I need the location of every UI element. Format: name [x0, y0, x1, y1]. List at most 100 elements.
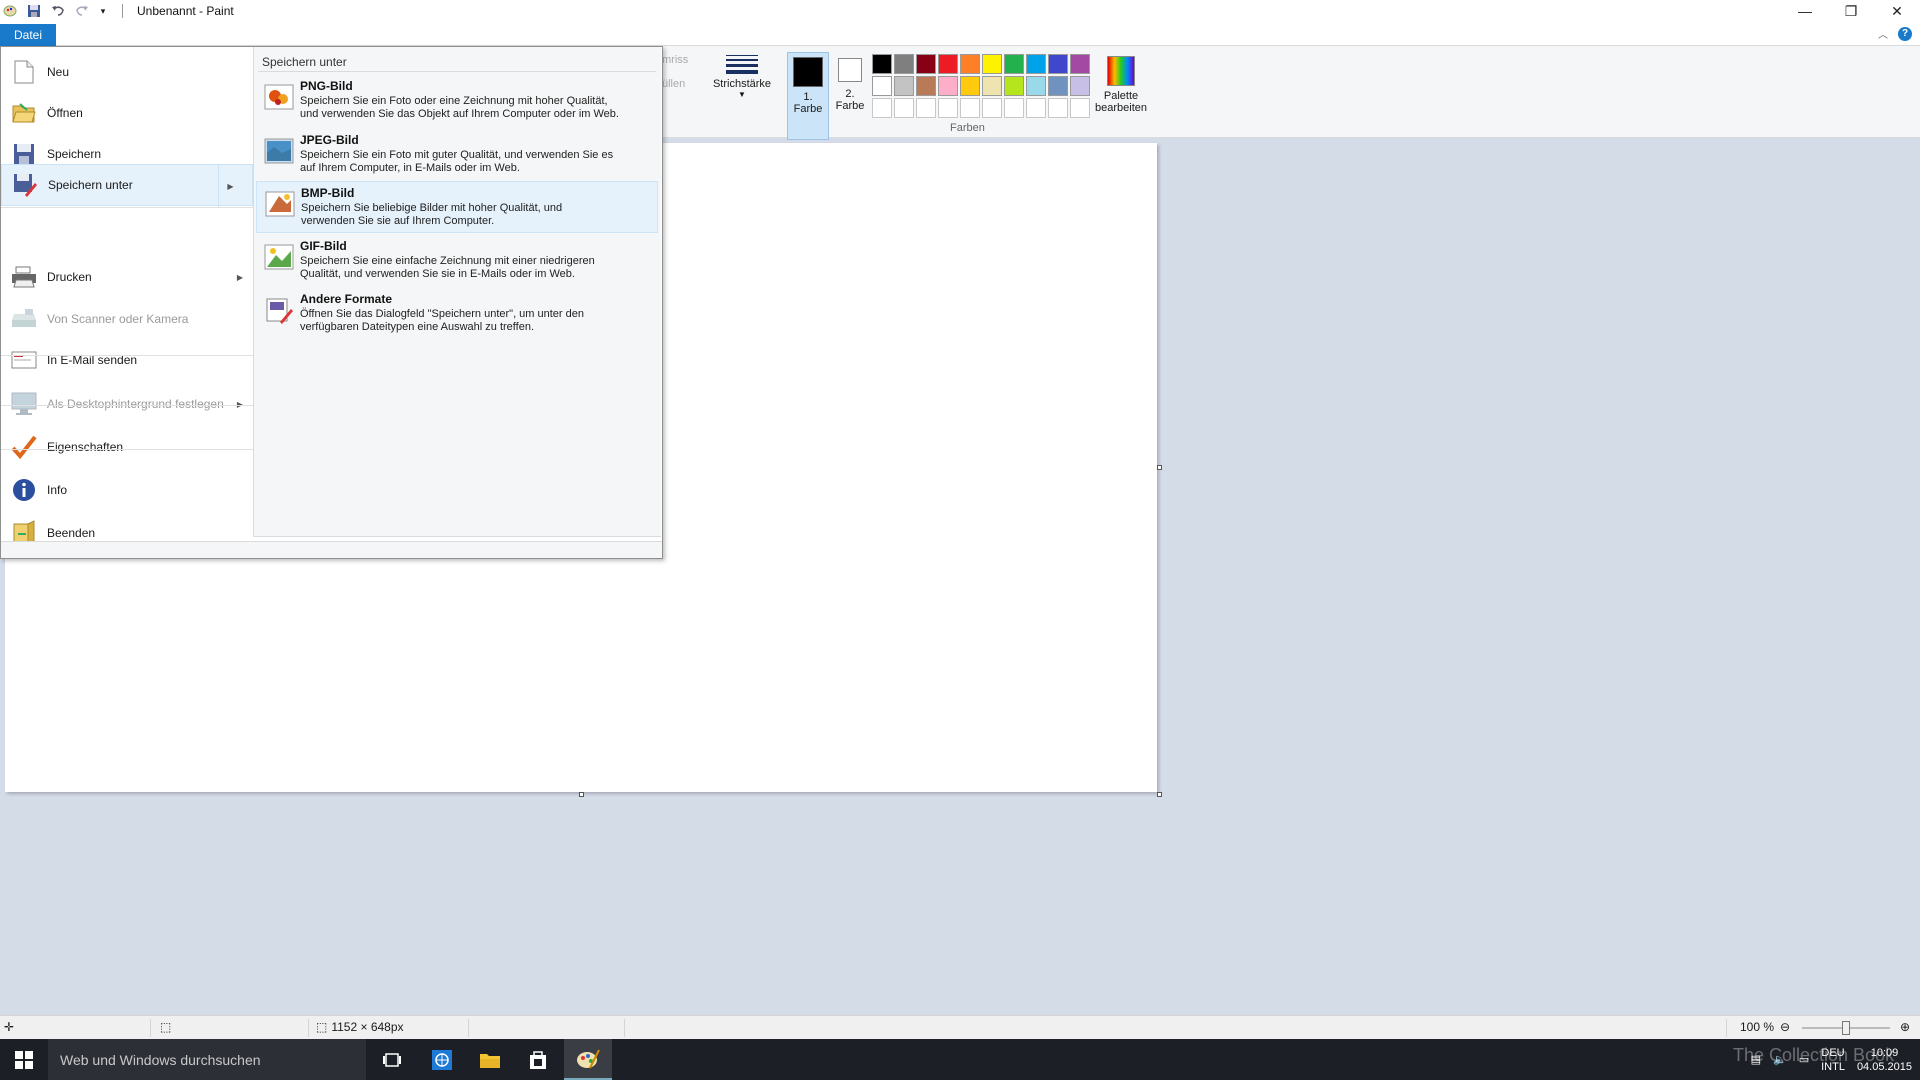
quick-access-toolbar: ▾ Unbenannt - Paint [0, 3, 234, 19]
restore-icon[interactable]: ❐ [1828, 0, 1874, 22]
save-as-other-formats[interactable]: Andere Formate Öffnen Sie das Dialogfeld… [256, 288, 658, 340]
menu-item-info[interactable]: Info [1, 469, 253, 511]
taskbar-app-paint[interactable] [564, 1039, 612, 1080]
save-as-jpeg-desc-2: auf Ihrem Computer, in E-Mails oder im W… [300, 162, 520, 174]
task-view-button[interactable] [368, 1039, 416, 1080]
menu-separator [1, 405, 253, 406]
palette-swatch[interactable] [938, 98, 958, 118]
stroke-width-button[interactable]: Strichstärke ▼ [710, 52, 774, 99]
palette-swatch[interactable] [960, 54, 980, 74]
input-language[interactable]: DEU INTL [1821, 1046, 1845, 1074]
taskbar-app-explorer[interactable] [466, 1039, 514, 1080]
save-as-bmp[interactable]: BMP-Bild Speichern Sie beliebige Bilder … [256, 181, 658, 233]
system-tray: ▤ 🔈 ▭ DEU INTL 10:09 04.05.2015 [1751, 1039, 1912, 1080]
title-bar: ▾ Unbenannt - Paint — ❐ ✕ [0, 0, 1920, 22]
submenu-title: Speichern unter [262, 55, 347, 69]
cursor-position: ✛ [4, 1020, 14, 1034]
undo-icon[interactable] [50, 3, 66, 19]
save-as-jpeg-desc-1: Speichern Sie ein Foto mit guter Qualitä… [300, 149, 614, 161]
customize-toolbar-icon[interactable]: ▾ [98, 3, 108, 19]
save-as-jpeg[interactable]: JPEG-Bild Speichern Sie ein Foto mit gut… [256, 129, 658, 181]
palette-swatch[interactable] [1026, 54, 1046, 74]
save-as-png-desc-2: und verwenden Sie das Objekt auf Ihrem C… [300, 108, 619, 120]
outline-tool-label: mriss [662, 54, 689, 66]
redo-icon[interactable] [74, 3, 90, 19]
palette-swatch[interactable] [1070, 76, 1090, 96]
tab-datei[interactable]: Datei [0, 24, 56, 46]
collapse-ribbon-icon[interactable]: ︿ [1878, 26, 1888, 41]
palette-swatch[interactable] [872, 76, 892, 96]
volume-icon[interactable]: 🔈 [1773, 1053, 1787, 1066]
info-icon [11, 477, 37, 503]
resize-handle-right[interactable] [1157, 465, 1162, 470]
menu-item-eigenschaften[interactable]: Eigenschaften [1, 426, 253, 468]
palette-swatch[interactable] [872, 54, 892, 74]
clock[interactable]: 10:09 04.05.2015 [1857, 1046, 1912, 1074]
palette-swatch[interactable] [1004, 76, 1024, 96]
color-2-button[interactable]: 2. Farbe [830, 52, 870, 140]
save-icon[interactable] [26, 3, 42, 19]
palette-swatch[interactable] [982, 76, 1002, 96]
taskbar: Web und Windows durchsuchen The Collecti… [0, 1039, 1920, 1080]
palette-swatch[interactable] [982, 54, 1002, 74]
palette-swatch[interactable] [1048, 54, 1068, 74]
palette-swatch[interactable] [1070, 54, 1090, 74]
menu-item-oeffnen[interactable]: Öffnen [1, 92, 253, 134]
palette-swatch[interactable] [1004, 54, 1024, 74]
taskbar-search-box[interactable]: Web und Windows durchsuchen [48, 1039, 366, 1080]
palette-swatch[interactable] [1048, 76, 1068, 96]
palette-swatch[interactable] [960, 98, 980, 118]
zoom-in-icon[interactable]: ⊕ [1900, 1020, 1910, 1034]
save-as-png[interactable]: PNG-Bild Speichern Sie ein Foto oder ein… [256, 75, 658, 127]
palette-swatch[interactable] [1048, 98, 1068, 118]
chevron-down-icon: ▼ [738, 90, 746, 99]
menu-item-drucken[interactable]: Drucken ▶ [1, 256, 253, 298]
zoom-out-icon[interactable]: ⊖ [1780, 1020, 1790, 1034]
clock-date: 04.05.2015 [1856, 1060, 1912, 1073]
taskbar-app-browser[interactable] [418, 1039, 466, 1080]
palette-swatch[interactable] [1004, 98, 1024, 118]
desktop-background-icon [11, 391, 37, 417]
taskbar-app-store[interactable] [514, 1039, 562, 1080]
zoom-slider-thumb[interactable] [1842, 1021, 1850, 1035]
palette-swatch[interactable] [894, 76, 914, 96]
menu-item-speichern-unter[interactable]: Speichern unter ▶ [1, 164, 253, 207]
palette-swatch[interactable] [894, 54, 914, 74]
color-2-label-line2: Farbe [835, 100, 865, 112]
submenu-arrow-icon[interactable]: ▶ [218, 165, 242, 207]
palette-swatch[interactable] [1070, 98, 1090, 118]
selection-size: ⬚ [160, 1020, 171, 1034]
save-as-submenu: Speichern unter PNG-Bild Speichern Sie e… [253, 47, 661, 537]
network-icon[interactable]: ▤ [1751, 1053, 1761, 1066]
palette-swatch[interactable] [872, 98, 892, 118]
palette-swatch[interactable] [916, 76, 936, 96]
start-button[interactable] [0, 1039, 48, 1080]
palette-swatch[interactable] [916, 54, 936, 74]
canvas-size-text: 1152 × 648px [331, 1020, 404, 1034]
cursor-position-icon: ✛ [4, 1020, 15, 1034]
palette-swatch[interactable] [894, 98, 914, 118]
palette-swatch[interactable] [938, 54, 958, 74]
save-as-other-desc-2: verfügbaren Dateitypen eine Auswahl zu t… [300, 321, 535, 333]
palette-swatch[interactable] [982, 98, 1002, 118]
edit-colors-button[interactable]: Palette bearbeiten [1092, 52, 1150, 114]
palette-swatch[interactable] [1026, 76, 1046, 96]
browser-icon [432, 1049, 452, 1070]
menu-item-email[interactable]: In E-Mail senden [1, 339, 253, 381]
help-icon[interactable]: ? [1898, 26, 1912, 41]
menu-item-neu[interactable]: Neu [1, 51, 253, 93]
save-as-gif[interactable]: GIF-Bild Speichern Sie eine einfache Zei… [256, 235, 658, 287]
menu-separator [1, 355, 253, 356]
notifications-icon[interactable]: ▭ [1799, 1053, 1809, 1066]
color-wheel-icon [1107, 56, 1135, 86]
color-1-button[interactable]: 1. Farbe [787, 52, 829, 140]
paint-app-icon[interactable] [2, 3, 18, 19]
palette-swatch[interactable] [938, 76, 958, 96]
palette-swatch[interactable] [960, 76, 980, 96]
resize-handle-corner[interactable] [1157, 792, 1162, 797]
resize-handle-bottom[interactable] [579, 792, 584, 797]
minimize-icon[interactable]: — [1782, 0, 1828, 22]
close-icon[interactable]: ✕ [1874, 0, 1920, 22]
palette-swatch[interactable] [916, 98, 936, 118]
palette-swatch[interactable] [1026, 98, 1046, 118]
